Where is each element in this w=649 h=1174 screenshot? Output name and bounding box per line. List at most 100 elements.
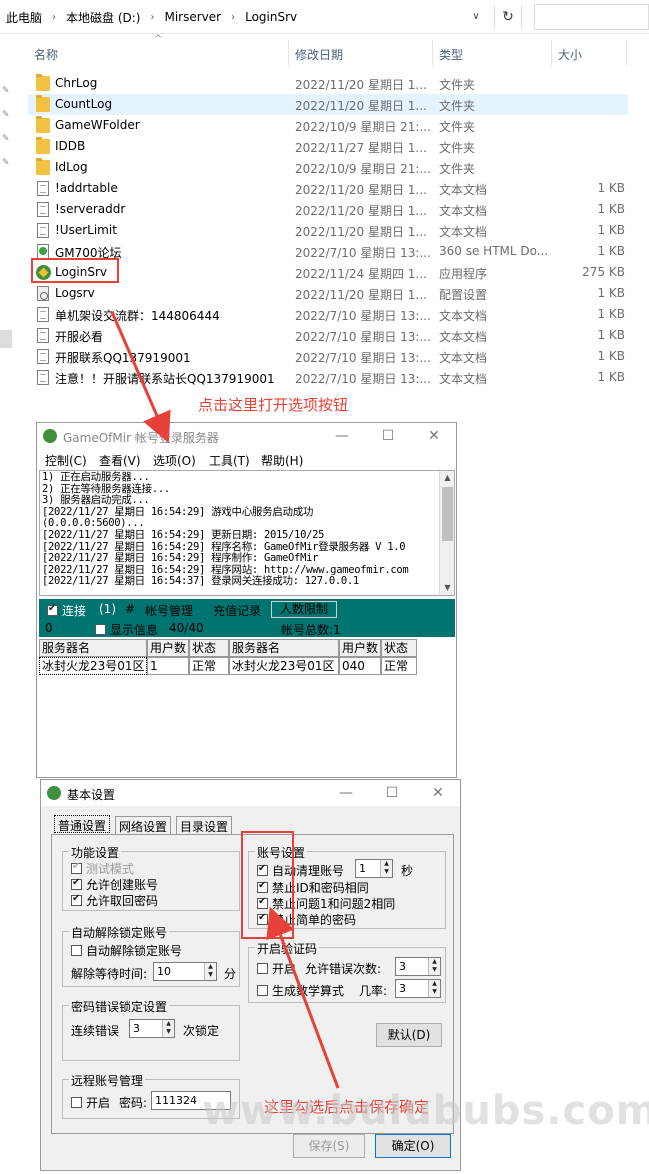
window-titlebar[interactable]: GameOfMir 帐号登录服务器 — ☐ ✕	[37, 423, 456, 449]
column-date[interactable]: 修改日期	[295, 46, 343, 63]
chevron-down-icon[interactable]: ∨	[466, 8, 486, 26]
minimize-icon[interactable]: —	[337, 784, 355, 802]
refresh-icon[interactable]: ↻	[494, 5, 522, 29]
chevron-right-icon[interactable]: ›	[150, 12, 154, 23]
column-name[interactable]: 名称	[34, 46, 58, 63]
file-row[interactable]: !serveraddr 2022/11/20 星期日 1... 文本文档 1 KB	[28, 199, 628, 220]
file-row[interactable]: IDDB 2022/11/27 星期日 1... 文件夹	[28, 136, 628, 157]
grid-header: 状态	[381, 639, 417, 657]
captcha-enable-checkbox[interactable]: 开启	[257, 960, 296, 977]
grid-header: 服务器名	[39, 639, 147, 657]
dialog-titlebar[interactable]: 基本设置 — ☐ ✕	[41, 780, 460, 806]
scroll-thumb[interactable]	[442, 487, 453, 541]
file-row[interactable]: 开服必看 2022/7/10 星期日 13:... 文本文档 1 KB	[28, 325, 628, 346]
log-scrollbar[interactable]: ▲ ▼	[439, 471, 454, 595]
grid-cell[interactable]: 冰封火龙23号01区	[39, 657, 147, 675]
menu-control[interactable]: 控制(C)	[45, 452, 87, 469]
spin-arrows-icon[interactable]: ▲ ▼	[428, 958, 440, 975]
column-type[interactable]: 类型	[439, 46, 463, 63]
menu-help[interactable]: 帮助(H)	[261, 452, 303, 469]
breadcrumb-item[interactable]: 此电脑	[6, 9, 42, 26]
breadcrumb-item[interactable]: 本地磁盘 (D:)	[66, 9, 140, 26]
tab-directory[interactable]: 目录设置	[176, 816, 233, 834]
scroll-down-icon[interactable]: ▼	[440, 581, 454, 595]
column-divider[interactable]	[432, 40, 433, 66]
spin-arrows-icon[interactable]: ▲ ▼	[204, 963, 216, 980]
file-row[interactable]: CountLog 2022/11/20 星期日 1... 文件夹	[28, 94, 628, 115]
grid-cell[interactable]: 冰封火龙23号01区	[229, 657, 339, 675]
tab-general[interactable]: 普通设置	[54, 815, 111, 833]
grid-cell[interactable]: 1	[147, 657, 189, 675]
file-row[interactable]: !addrtable 2022/11/20 星期日 1... 文本文档 1 KB	[28, 178, 628, 199]
spin-arrows-icon[interactable]: ▲ ▼	[380, 860, 392, 877]
maximize-icon[interactable]: ☐	[383, 784, 401, 802]
ok-button[interactable]: 确定(O)	[375, 1134, 451, 1158]
tab-network[interactable]: 网络设置	[115, 816, 172, 834]
log-textarea[interactable]: 1) 正在启动服务器... 2) 正在等待服务器连接... 3) 服务器启动完成..…	[39, 470, 455, 596]
nav-pane-item[interactable]	[0, 330, 12, 348]
auto-unlock-checkbox[interactable]: 自动解除锁定账号	[71, 942, 182, 959]
column-divider[interactable]	[551, 40, 552, 66]
menu-tools[interactable]: 工具(T)	[209, 452, 250, 469]
close-icon[interactable]: ✕	[425, 427, 443, 445]
grid-cell[interactable]: 040	[339, 657, 381, 675]
column-divider[interactable]	[626, 40, 627, 66]
allow-create-checkbox[interactable]: 允许创建账号	[71, 876, 158, 893]
user-limit-button[interactable]: 人数限制	[271, 601, 337, 618]
breadcrumb-item[interactable]: Mirserver	[164, 10, 221, 24]
save-button[interactable]: 保存(S)	[293, 1134, 365, 1158]
highlight-box-account-settings	[241, 831, 294, 939]
math-captcha-checkbox[interactable]: 生成数学算式	[257, 982, 344, 999]
pin-icon[interactable]: ✎	[2, 158, 12, 168]
minimize-icon[interactable]: —	[333, 427, 351, 445]
menu-view[interactable]: 查看(V)	[99, 452, 141, 469]
maximize-icon[interactable]: ☐	[379, 427, 397, 445]
pin-icon[interactable]: ✎	[2, 134, 12, 144]
close-icon[interactable]: ✕	[429, 784, 447, 802]
scroll-up-icon[interactable]: ▲	[440, 471, 454, 485]
file-row[interactable]: 注意！！开服请联系站长QQ137919001 2022/7/10 星期日 13:.…	[28, 367, 628, 388]
pin-icon[interactable]: ✎	[2, 110, 12, 120]
file-date: 2022/7/10 星期日 13:...	[295, 372, 431, 386]
breadcrumb-item[interactable]: LoginSrv	[245, 10, 297, 24]
error-count-stepper[interactable]: 3 ▲ ▼	[129, 1019, 175, 1038]
file-row[interactable]: 开服联系QQ137919001 2022/7/10 星期日 13:... 文本文档 1…	[28, 346, 628, 367]
group-password-error: 密码错误锁定设置 连续错误 3 ▲ ▼ 次锁定	[62, 998, 240, 1061]
allow-recover-checkbox[interactable]: 允许取回密码	[71, 892, 158, 909]
auto-clean-value: 1	[359, 862, 366, 875]
file-size: 1 KB	[597, 244, 625, 258]
file-date: 2022/11/20 星期日 1...	[295, 99, 427, 113]
show-info-checkbox[interactable]: 显示信息	[95, 621, 158, 638]
column-divider[interactable]	[288, 40, 289, 66]
account-management-tab[interactable]: 帐号管理	[145, 602, 193, 619]
file-name: 开服必看	[55, 330, 104, 344]
column-size[interactable]: 大小	[558, 46, 582, 63]
grid-cell[interactable]: 正常	[189, 657, 229, 675]
menu-options[interactable]: 选项(O)	[153, 452, 196, 469]
connect-checkbox[interactable]: 连接	[47, 602, 86, 619]
probability-stepper[interactable]: 3 ▲ ▼	[395, 979, 441, 998]
grid-cell[interactable]: 正常	[381, 657, 417, 675]
file-row[interactable]: !UserLimit 2022/11/20 星期日 1... 文本文档 1 KB	[28, 220, 628, 241]
file-type: 应用程序	[439, 267, 488, 281]
auto-clean-stepper[interactable]: 1 ▲ ▼	[355, 859, 393, 878]
test-mode-checkbox[interactable]: 测试模式	[71, 860, 134, 877]
address-bar[interactable]: 此电脑 › 本地磁盘 (D:) › Mirserver › LoginSrv ∨…	[0, 0, 649, 34]
spin-arrows-icon[interactable]: ▲ ▼	[428, 980, 440, 997]
pin-icon[interactable]: ✎	[2, 86, 12, 96]
chevron-right-icon[interactable]: ›	[231, 12, 235, 23]
file-row[interactable]: IdLog 2022/10/9 星期日 21:... 文件夹	[28, 157, 628, 178]
recharge-records-tab[interactable]: 充值记录	[213, 602, 261, 619]
file-row[interactable]: GameWFolder 2022/10/9 星期日 21:... 文件夹	[28, 115, 628, 136]
spin-arrows-icon[interactable]: ▲ ▼	[162, 1020, 174, 1037]
remote-enable-checkbox[interactable]: 开启	[71, 1094, 110, 1111]
file-row[interactable]: Logsrv 2022/11/20 星期日 1... 配置设置 1 KB	[28, 283, 628, 304]
default-button[interactable]: 默认(D)	[376, 1023, 442, 1047]
wait-time-stepper[interactable]: 10 ▲ ▼	[153, 962, 217, 981]
search-input[interactable]	[534, 4, 649, 30]
chevron-right-icon[interactable]: ›	[52, 12, 56, 23]
allow-errors-stepper[interactable]: 3 ▲ ▼	[395, 957, 441, 976]
file-row[interactable]: 单机架设交流群：144806444 2022/7/10 星期日 13:... 文本文…	[28, 304, 628, 325]
highlight-box-loginsrv	[31, 258, 119, 283]
file-row[interactable]: ChrLog 2022/11/20 星期日 1... 文件夹	[28, 73, 628, 94]
